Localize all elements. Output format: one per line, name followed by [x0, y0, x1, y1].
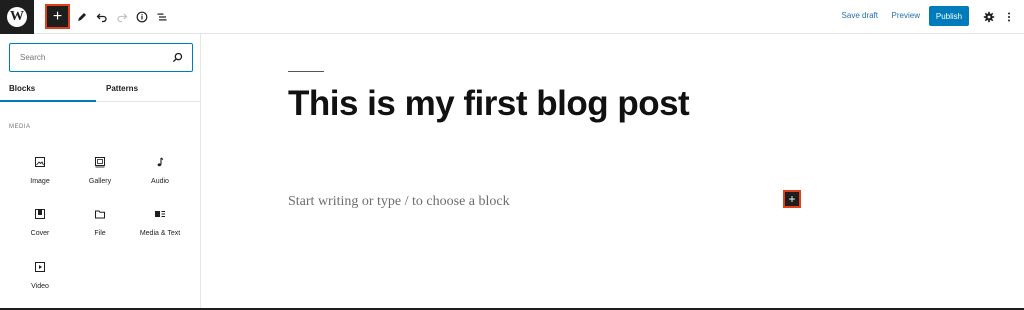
undo-button[interactable]	[92, 7, 112, 27]
editor-canvas: This is my first blog post Start writing…	[201, 34, 1024, 310]
redo-icon	[117, 13, 128, 23]
list-view-button[interactable]	[152, 7, 172, 27]
section-heading-media: MEDIA	[9, 124, 31, 130]
settings-button[interactable]	[979, 7, 999, 27]
gallery-icon	[93, 155, 107, 169]
block-item-gallery[interactable]: Gallery	[68, 155, 132, 199]
title-separator	[288, 71, 324, 72]
plus-icon: +	[788, 192, 796, 206]
details-button[interactable]	[132, 7, 152, 27]
inline-block-inserter-button[interactable]: +	[783, 190, 801, 208]
save-draft-button[interactable]: Save draft	[842, 11, 878, 20]
inserter-tabs: Blocks Patterns	[0, 80, 200, 102]
block-item-audio[interactable]: Audio	[128, 155, 192, 199]
video-icon	[33, 260, 47, 274]
block-label: Video	[31, 283, 49, 290]
top-toolbar: W + Save draft Preview Publish	[0, 0, 1024, 34]
block-label: File	[94, 230, 106, 237]
file-icon	[93, 207, 107, 221]
pencil-icon	[78, 13, 86, 21]
wordpress-icon: W	[7, 7, 27, 27]
audio-icon	[153, 155, 167, 169]
tools-button[interactable]	[72, 7, 92, 27]
info-icon	[136, 11, 148, 23]
block-inserter-panel: Search Blocks Patterns MEDIA Image Galle…	[0, 34, 201, 310]
preview-button[interactable]: Preview	[892, 11, 920, 20]
block-search-input[interactable]: Search	[9, 43, 193, 72]
tab-blocks[interactable]: Blocks	[9, 84, 35, 93]
search-icon[interactable]	[172, 52, 183, 63]
block-item-image[interactable]: Image	[8, 155, 72, 199]
block-label: Cover	[30, 230, 50, 237]
block-item-cover[interactable]: Cover	[8, 207, 72, 251]
active-tab-indicator	[0, 100, 96, 102]
redo-button[interactable]	[112, 7, 132, 27]
publish-button[interactable]: Publish	[929, 6, 969, 26]
gear-icon	[983, 11, 995, 23]
block-editor: W + Save draft Preview Publish Search Bl…	[0, 0, 1024, 310]
block-label: Media & Text	[139, 230, 181, 237]
block-label: Gallery	[88, 178, 112, 185]
plus-icon: +	[52, 7, 63, 25]
media-text-icon	[153, 207, 167, 221]
cover-icon	[33, 207, 47, 221]
block-item-file[interactable]: File	[68, 207, 132, 251]
undo-icon	[96, 13, 107, 23]
image-icon	[33, 155, 47, 169]
options-button[interactable]	[999, 7, 1019, 27]
block-item-video[interactable]: Video	[8, 260, 72, 304]
search-placeholder: Search	[20, 53, 46, 62]
more-vertical-icon	[1008, 12, 1010, 22]
block-inserter-toggle[interactable]: +	[45, 4, 70, 29]
block-item-media-text[interactable]: Media & Text	[128, 207, 192, 251]
post-title[interactable]: This is my first blog post	[288, 84, 690, 124]
block-label: Image	[30, 178, 50, 185]
wordpress-logo-button[interactable]: W	[0, 0, 34, 34]
paragraph-placeholder[interactable]: Start writing or type / to choose a bloc…	[288, 194, 510, 210]
list-view-icon	[157, 13, 167, 21]
tab-patterns[interactable]: Patterns	[106, 84, 138, 93]
block-label: Audio	[151, 178, 169, 185]
